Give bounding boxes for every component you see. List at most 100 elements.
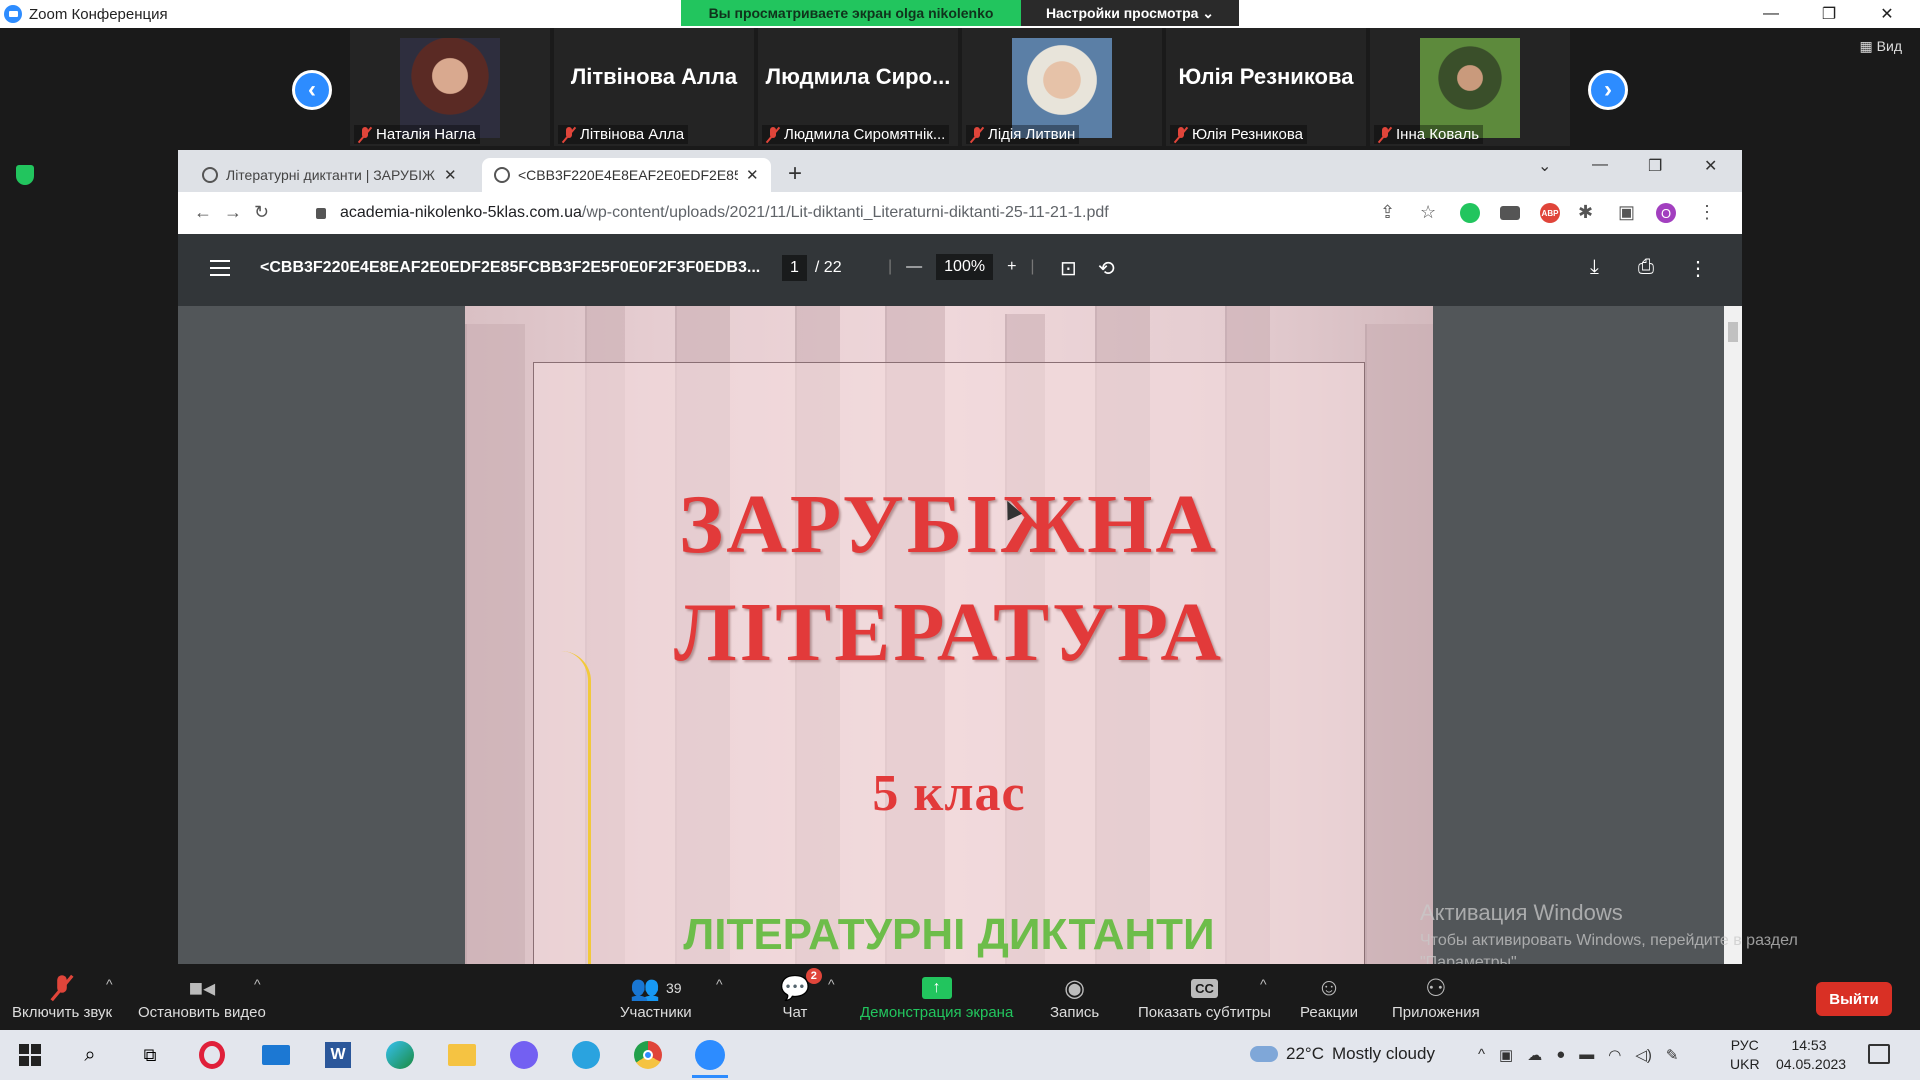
chat-options-caret[interactable]: ^ — [828, 976, 835, 992]
pdf-scrollbar[interactable] — [1724, 306, 1742, 964]
language-indicator[interactable]: РУС UKR — [1730, 1036, 1760, 1074]
chrome-icon[interactable] — [630, 1038, 666, 1072]
extensions-puzzle-icon[interactable]: ✱ — [1578, 202, 1593, 223]
battery-icon[interactable]: ▬ — [1579, 1046, 1594, 1064]
video-options-caret[interactable]: ^ — [254, 976, 261, 992]
stop-video-button[interactable]: ■◂ Остановить видео — [138, 972, 266, 1022]
word-icon[interactable]: W — [320, 1038, 356, 1072]
microphone-icon[interactable]: ● — [1556, 1046, 1565, 1064]
meet-now-icon[interactable]: ▣ — [1499, 1046, 1513, 1064]
share-page-icon[interactable]: ⇪ — [1380, 202, 1395, 223]
share-screen-button[interactable]: ↑ Демонстрация экрана — [860, 972, 1013, 1021]
close-icon[interactable]: ✕ — [1858, 0, 1916, 28]
tab-literary-dictations[interactable]: Літературні диктанти | ЗАРУБІЖНА ✕ — [190, 158, 469, 192]
rotate-icon[interactable]: ⟲ — [1098, 256, 1115, 281]
notification-center-icon[interactable] — [1868, 1044, 1890, 1064]
reactions-button[interactable]: ☺ Реакции — [1300, 972, 1358, 1021]
clock[interactable]: 14:53 04.05.2023 — [1776, 1036, 1846, 1074]
edge-icon[interactable] — [382, 1038, 418, 1072]
tab-close-icon[interactable]: ✕ — [444, 166, 457, 184]
view-settings-button[interactable]: Настройки просмотра ⌄ — [1021, 0, 1239, 26]
page-total: / 22 — [814, 259, 842, 276]
tab-search-icon[interactable]: ⌄ — [1538, 156, 1551, 176]
opera-icon[interactable] — [194, 1038, 230, 1072]
participants-options-caret[interactable]: ^ — [716, 976, 723, 992]
smiley-plus-icon: ☺ — [1316, 974, 1342, 1001]
security-shield-icon[interactable] — [16, 165, 34, 185]
extension-cast-icon[interactable] — [1500, 206, 1520, 220]
address-bar[interactable]: academia-nikolenko-5klas.com.ua/wp-conte… — [316, 196, 1546, 230]
participant-tile[interactable]: Людмила Сиро... Людмила Сиромятнік... — [758, 28, 958, 146]
participant-tile[interactable]: Інна Коваль — [1370, 28, 1570, 146]
download-icon[interactable]: ⤓ — [1590, 256, 1599, 279]
show-hidden-icons-icon[interactable]: ^ — [1478, 1046, 1485, 1064]
pen-icon[interactable]: ✎ — [1666, 1046, 1679, 1064]
gallery-next-button[interactable]: › — [1588, 70, 1628, 110]
globe-icon — [202, 167, 218, 183]
volume-icon[interactable]: ◁) — [1635, 1046, 1652, 1064]
zoom-taskbar-icon[interactable] — [692, 1038, 728, 1078]
back-icon[interactable]: ← — [194, 202, 212, 223]
leave-meeting-button[interactable]: Выйти — [1816, 982, 1892, 1016]
zoom-level-input[interactable]: 100% — [936, 254, 994, 280]
mic-muted-icon — [766, 126, 780, 143]
browser-menu-icon[interactable]: ⋮ — [1698, 202, 1716, 223]
weather-widget[interactable]: 22°C Mostly cloudy — [1250, 1044, 1435, 1064]
url-path: /wp-content/uploads/2021/11/Lit-diktanti… — [581, 204, 1109, 221]
participant-tile[interactable]: Наталія Нагла — [350, 28, 550, 146]
chat-button[interactable]: 💬 2 Чат — [780, 968, 822, 1021]
pdf-more-icon[interactable]: ⋮ — [1688, 256, 1708, 281]
captions-options-caret[interactable]: ^ — [1260, 976, 1267, 992]
tab-close-icon[interactable]: ✕ — [746, 166, 759, 184]
mail-icon[interactable] — [258, 1038, 294, 1072]
fit-page-icon[interactable]: ⊡ — [1060, 256, 1077, 281]
viber-icon[interactable] — [506, 1038, 542, 1072]
browser-restore-icon[interactable]: ❐ — [1648, 156, 1662, 176]
gallery-prev-button[interactable]: ‹ — [292, 70, 332, 110]
zoom-in-icon[interactable]: + — [1007, 258, 1016, 276]
participant-tile[interactable]: Літвінова Алла Літвінова Алла — [554, 28, 754, 146]
forward-icon[interactable]: → — [224, 202, 242, 223]
audio-options-caret[interactable]: ^ — [106, 976, 113, 992]
file-explorer-icon[interactable] — [444, 1038, 480, 1072]
task-view-icon[interactable]: ⧉ — [132, 1038, 168, 1072]
tab-pdf[interactable]: <CBB3F220E4E8EAF2E0EDF2E85FCBB3F ✕ — [482, 158, 771, 192]
zoom-meeting-toolbar: Включить звук ^ ■◂ Остановить видео ^ 👥 3… — [0, 964, 1920, 1030]
page-number-input[interactable]: 1 — [782, 255, 807, 281]
onedrive-icon[interactable]: ☁ — [1527, 1046, 1542, 1064]
print-icon[interactable]: ⎙ — [1638, 256, 1654, 279]
unmute-button[interactable]: Включить звук — [12, 972, 112, 1021]
reload-icon[interactable]: ↻ — [254, 202, 269, 223]
browser-minimize-icon[interactable]: — — [1592, 156, 1608, 174]
scroll-thumb[interactable] — [1728, 322, 1738, 342]
share-banner: Вы просматриваете экран olga nikolenko Н… — [681, 0, 1239, 26]
view-button[interactable]: ▦ Вид — [1860, 38, 1902, 55]
pdf-page-indicator: 1 / 22 — [782, 255, 842, 281]
wifi-icon[interactable]: ◠ — [1608, 1046, 1621, 1064]
start-windows-icon[interactable] — [12, 1038, 48, 1072]
participant-big-name: Людмила Сиро... — [765, 64, 951, 89]
restore-icon[interactable]: ❐ — [1800, 0, 1858, 28]
share-screen-icon: ↑ — [921, 977, 952, 999]
apps-button[interactable]: ⚇ Приложения — [1392, 972, 1480, 1022]
zoom-out-icon[interactable]: — — [906, 258, 922, 276]
browser-close-icon[interactable]: ✕ — [1704, 156, 1717, 176]
profile-avatar[interactable]: O — [1656, 203, 1676, 223]
record-button[interactable]: ◉ Запись — [1050, 972, 1099, 1022]
window-title: Zoom Конференция — [29, 5, 168, 23]
search-icon[interactable]: ⌕ — [72, 1038, 108, 1072]
side-panel-icon[interactable]: ▣ — [1618, 202, 1635, 223]
bookmark-star-icon[interactable]: ☆ — [1420, 202, 1436, 223]
telegram-icon[interactable] — [568, 1038, 604, 1072]
new-tab-button[interactable]: + — [788, 160, 802, 188]
adblock-icon[interactable]: ABP — [1540, 203, 1560, 223]
pdf-viewport[interactable]: ЗАРУБІЖНА ЛІТЕРАТУРА 5 клас ЛІТЕРАТУРНІ … — [178, 306, 1742, 964]
minimize-icon[interactable]: — — [1742, 0, 1800, 28]
participant-tile[interactable]: Юлія Резникова Юлія Резникова — [1166, 28, 1366, 146]
participant-tile[interactable]: Лідія Литвин — [962, 28, 1162, 146]
apps-icon: ⚇ — [1425, 974, 1447, 1002]
participants-button[interactable]: 👥 39 Участники — [620, 972, 692, 1022]
extension-check-icon[interactable] — [1460, 203, 1480, 223]
pdf-sidebar-menu-icon[interactable] — [210, 260, 230, 281]
captions-button[interactable]: CC Показать субтитры — [1138, 972, 1271, 1021]
